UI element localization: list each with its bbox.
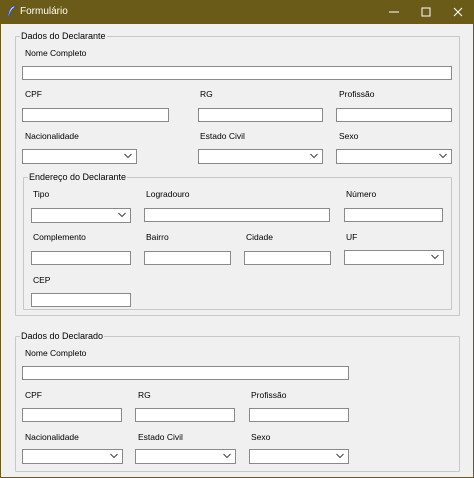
declarante-cpf-label: CPF xyxy=(25,89,42,99)
declarado-rg-input[interactable] xyxy=(135,408,235,422)
declarante-nome-label: Nome Completo xyxy=(25,48,87,58)
feather-app-icon xyxy=(7,5,16,17)
declarado-estado-civil-label: Estado Civil xyxy=(138,432,183,442)
declarante-sexo-label: Sexo xyxy=(339,131,359,141)
endereco-cep-input[interactable] xyxy=(31,293,131,307)
endereco-group: Endereço do Declarante xyxy=(23,172,452,310)
endereco-cep-label: CEP xyxy=(33,275,51,285)
declarante-rg-label: RG xyxy=(200,89,213,99)
endereco-tipo-select[interactable] xyxy=(31,208,131,223)
minimize-button[interactable] xyxy=(378,0,410,24)
chevron-down-icon xyxy=(310,153,318,159)
declarado-cpf-label: CPF xyxy=(25,390,42,400)
declarado-sexo-select[interactable] xyxy=(249,449,349,464)
declarante-profissao-label: Profissão xyxy=(339,89,375,99)
chevron-down-icon xyxy=(431,254,439,260)
close-icon xyxy=(453,7,463,17)
endereco-bairro-input[interactable] xyxy=(144,251,231,265)
declarante-profissao-input[interactable] xyxy=(336,108,452,122)
chevron-down-icon xyxy=(118,212,126,218)
endereco-logradouro-input[interactable] xyxy=(144,208,330,222)
endereco-cidade-label: Cidade xyxy=(246,232,273,242)
declarado-profissao-label: Profissão xyxy=(251,390,287,400)
chevron-down-icon xyxy=(223,453,231,459)
endereco-uf-select[interactable] xyxy=(344,250,444,265)
declarante-nacionalidade-label: Nacionalidade xyxy=(25,131,79,141)
declarante-sexo-select[interactable] xyxy=(336,149,452,164)
endereco-cidade-input[interactable] xyxy=(244,251,331,265)
endereco-uf-label: UF xyxy=(346,232,358,242)
endereco-legend: Endereço do Declarante xyxy=(28,172,128,183)
declarado-sexo-label: Sexo xyxy=(251,432,271,442)
declarado-rg-label: RG xyxy=(138,390,151,400)
declarante-nome-input[interactable] xyxy=(22,66,452,80)
declarado-profissao-input[interactable] xyxy=(249,408,349,422)
declarante-cpf-input[interactable] xyxy=(22,108,169,122)
endereco-tipo-label: Tipo xyxy=(33,189,50,199)
chevron-down-icon xyxy=(336,453,344,459)
endereco-complemento-input[interactable] xyxy=(31,251,131,265)
declarado-nome-input[interactable] xyxy=(22,366,349,380)
declarante-estado-civil-select[interactable] xyxy=(198,149,323,164)
title-bar[interactable]: Formulário xyxy=(0,0,474,24)
chevron-down-icon xyxy=(110,453,118,459)
declarado-cpf-input[interactable] xyxy=(22,408,122,422)
close-button[interactable] xyxy=(442,0,474,24)
maximize-icon xyxy=(421,7,431,17)
endereco-numero-label: Número xyxy=(346,189,377,199)
maximize-button[interactable] xyxy=(410,0,442,24)
declarado-estado-civil-select[interactable] xyxy=(135,449,236,464)
declarante-nacionalidade-select[interactable] xyxy=(22,149,137,164)
declarado-nacionalidade-label: Nacionalidade xyxy=(25,432,79,442)
declarado-legend: Dados do Declarado xyxy=(20,331,105,342)
declarante-legend: Dados do Declarante xyxy=(20,31,107,42)
declarado-nome-label: Nome Completo xyxy=(25,348,87,358)
chevron-down-icon xyxy=(439,153,447,159)
endereco-bairro-label: Bairro xyxy=(146,232,169,242)
endereco-numero-input[interactable] xyxy=(344,208,443,222)
minimize-icon xyxy=(389,11,399,13)
endereco-logradouro-label: Logradouro xyxy=(146,189,190,199)
declarante-rg-input[interactable] xyxy=(198,108,323,122)
endereco-complemento-label: Complemento xyxy=(33,232,86,242)
declarante-estado-civil-label: Estado Civil xyxy=(200,131,245,141)
chevron-down-icon xyxy=(124,153,132,159)
declarado-nacionalidade-select[interactable] xyxy=(22,449,123,464)
window-title: Formulário xyxy=(20,6,68,17)
